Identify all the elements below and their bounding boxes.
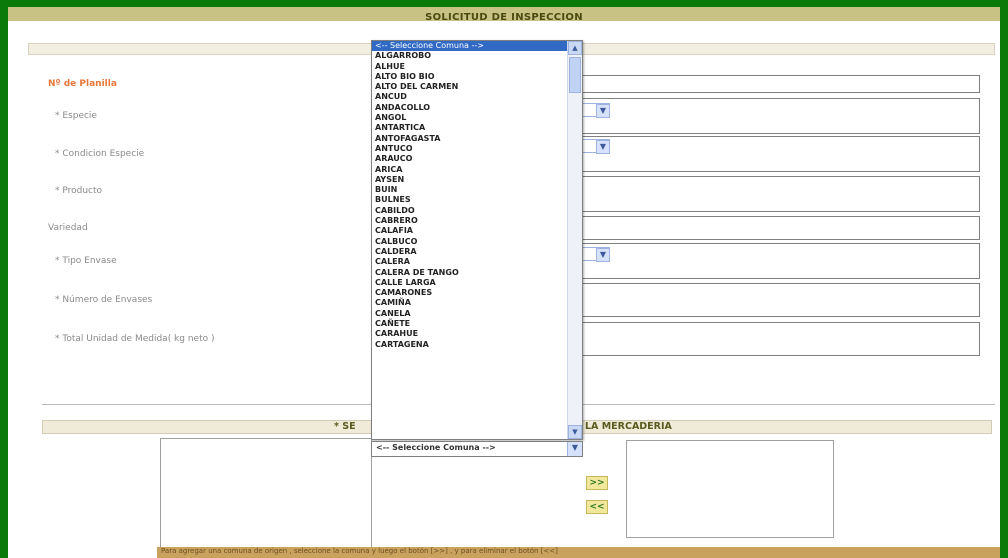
total-unidad-input[interactable] [578, 322, 980, 356]
comuna-option[interactable]: ANTUCO [372, 144, 568, 154]
comuna-option[interactable]: CABILDO [372, 206, 568, 216]
comuna-select[interactable]: <-- Seleccione Comuna --> ▼ [371, 441, 583, 457]
comuna-option[interactable]: ANDACOLLO [372, 103, 568, 113]
comuna-option[interactable]: ANTARTICA [372, 123, 568, 133]
comuna-option[interactable]: CANELA [372, 309, 568, 319]
label-tipo-envase: * Tipo Envase [55, 256, 117, 266]
chevron-down-icon[interactable]: ▼ [596, 140, 610, 154]
comuna-option[interactable]: AYSEN [372, 175, 568, 185]
comuna-option[interactable]: <-- Seleccione Comuna --> [372, 41, 568, 52]
section-header-left-text: * SE [334, 421, 356, 432]
comuna-option[interactable]: CALAFIA [372, 226, 568, 236]
comuna-option[interactable]: CABRERO [372, 216, 568, 226]
comuna-option[interactable]: CALERA DE TANGO [372, 268, 568, 278]
producto-input[interactable] [578, 176, 980, 212]
comuna-option[interactable]: CALDERA [372, 247, 568, 257]
comuna-option[interactable]: CALBUCO [372, 237, 568, 247]
comuna-option[interactable]: CARAHUE [372, 329, 568, 339]
chevron-down-icon[interactable]: ▼ [596, 104, 610, 118]
comuna-option[interactable]: ARAUCO [372, 154, 568, 164]
comuna-option[interactable]: CARTAGENA [372, 340, 568, 350]
hint-bar: Para agregar una comuna de origen , sele… [157, 547, 1000, 558]
chevron-down-icon[interactable]: ▼ [567, 442, 582, 456]
section-header-right-text: LA MERCADERIA [585, 421, 672, 432]
label-numero-planilla: Nº de Planilla [48, 79, 117, 89]
label-producto: * Producto [55, 186, 103, 196]
comuna-option[interactable]: BUIN [372, 185, 568, 195]
page-title: SOLICITUD DE INSPECCION [425, 12, 583, 23]
comuna-option[interactable]: ALGARROBO [372, 51, 568, 61]
comuna-options: <-- Seleccione Comuna --> ALGARROBO ALHUE A… [372, 41, 568, 439]
numero-planilla-input[interactable] [578, 75, 980, 93]
comuna-option[interactable]: CAMARONES [372, 288, 568, 298]
add-comuna-button[interactable]: >> [586, 476, 608, 490]
comunas-available-list[interactable] [160, 438, 372, 548]
label-condicion-especie: * Condicion Especie [55, 149, 145, 159]
chevron-down-icon[interactable]: ▼ [596, 248, 610, 262]
comuna-option[interactable]: ANTOFAGASTA [372, 134, 568, 144]
hint-text: Para agregar una comuna de origen , sele… [161, 547, 558, 555]
dropdown-scrollbar[interactable]: ▲ ▼ [567, 41, 582, 439]
comuna-option[interactable]: ALHUE [372, 62, 568, 72]
comuna-option[interactable]: ANCUD [372, 92, 568, 102]
comuna-option[interactable]: ALTO BIO BIO [372, 72, 568, 82]
label-numero-envases: * Número de Envases [55, 295, 153, 305]
comuna-option[interactable]: ANGOL [372, 113, 568, 123]
comuna-dropdown-list[interactable]: <-- Seleccione Comuna --> ALGARROBO ALHUE A… [371, 40, 583, 440]
title-bar: SOLICITUD DE INSPECCION [8, 7, 1000, 23]
label-especie: * Especie [55, 111, 97, 121]
comuna-option[interactable]: CALERA [372, 257, 568, 267]
comuna-select-value: <-- Seleccione Comuna --> [376, 443, 496, 452]
chevron-down-icon[interactable]: ▼ [568, 425, 582, 439]
comuna-option[interactable]: CALLE LARGA [372, 278, 568, 288]
comuna-option[interactable]: CAÑETE [372, 319, 568, 329]
tipo-envase-field [578, 243, 980, 279]
chevron-up-icon[interactable]: ▲ [568, 41, 582, 55]
label-total-unidad: * Total Unidad de Medida( kg neto ) [55, 334, 215, 344]
label-variedad: Variedad [48, 223, 88, 233]
variedad-input[interactable] [578, 216, 980, 240]
comuna-option[interactable]: ARICA [372, 165, 568, 175]
comunas-selected-list[interactable] [626, 440, 834, 538]
scrollbar-thumb[interactable] [569, 57, 581, 93]
numero-envases-input[interactable] [578, 283, 980, 317]
comuna-option[interactable]: CAMIÑA [372, 298, 568, 308]
especie-field [578, 98, 980, 134]
remove-comuna-button[interactable]: << [586, 500, 608, 514]
comuna-option[interactable]: BULNES [372, 195, 568, 205]
condicion-especie-field [578, 136, 980, 172]
comuna-option[interactable]: ALTO DEL CARMEN [372, 82, 568, 92]
